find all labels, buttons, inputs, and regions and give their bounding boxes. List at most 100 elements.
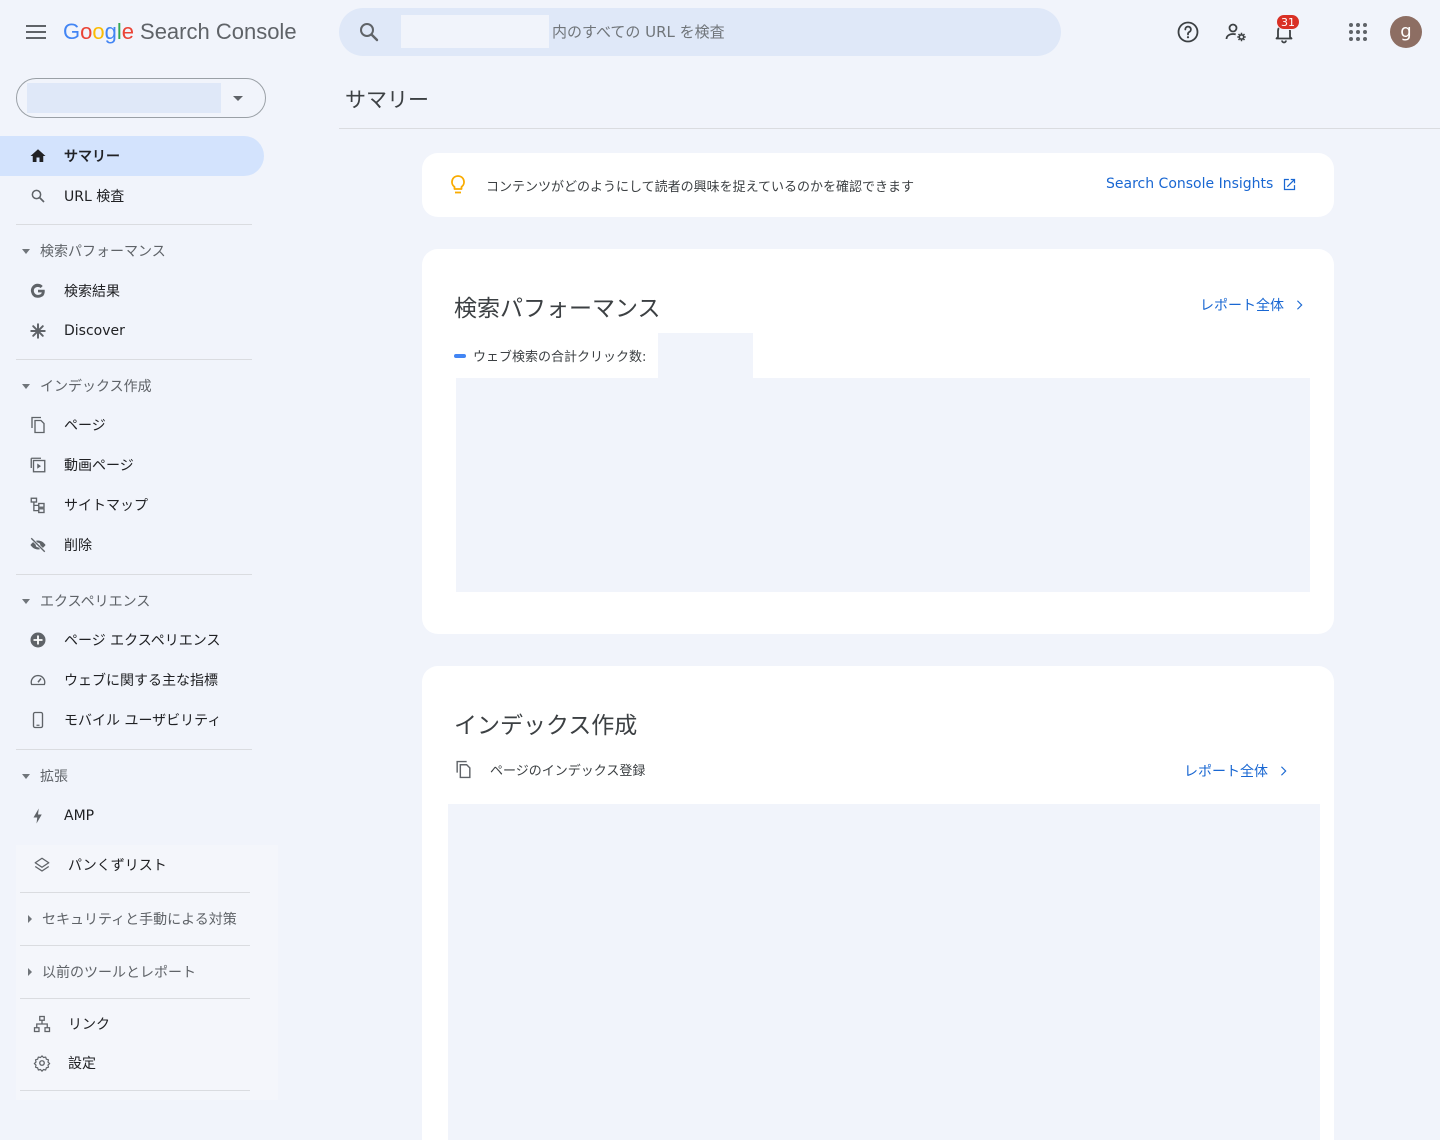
sidebar-divider <box>16 359 252 360</box>
sidebar-item-search-results[interactable]: 検索結果 <box>0 271 264 311</box>
section-title: エクスペリエンス <box>40 594 151 610</box>
sidebar-item-label: AMP <box>64 808 95 824</box>
search-icon <box>28 186 48 206</box>
product-name: Search Console <box>140 19 297 44</box>
sidebar-item-breadcrumbs[interactable]: パンくずリスト <box>0 845 250 885</box>
link-label: Search Console Insights <box>1106 176 1274 192</box>
sidebar-item-label: モバイル ユーザビリティ <box>64 713 222 729</box>
collapse-triangle-icon <box>22 773 30 779</box>
logo-letter: g <box>104 19 117 44</box>
settings-icon <box>32 1053 52 1073</box>
redacted-property-url <box>401 15 549 48</box>
asterisk-icon <box>28 321 48 341</box>
layers-icon <box>32 855 52 875</box>
sidebar-divider <box>16 224 252 225</box>
sidebar-item-label: 検索結果 <box>64 284 120 300</box>
sidebar-item-label: パンくずリスト <box>68 858 167 874</box>
logo-letter: o <box>92 19 105 44</box>
sidebar-item-video-pages[interactable]: 動画ページ <box>0 445 264 485</box>
section-experience[interactable]: エクスペリエンス <box>22 591 150 611</box>
sitemap-icon <box>28 495 48 515</box>
sidebar-item-amp[interactable]: AMP <box>0 796 264 836</box>
link-label: レポート全体 <box>1184 764 1268 780</box>
sidebar-item-mobile-usability[interactable]: モバイル ユーザビリティ <box>0 700 264 740</box>
indexing-chart-placeholder <box>448 804 1320 1140</box>
pages-icon <box>456 760 471 779</box>
property-selector[interactable] <box>16 78 266 118</box>
sidebar-divider <box>16 749 252 750</box>
apps-grid-icon[interactable] <box>1346 20 1370 44</box>
insights-banner: コンテンツがどのようにして読者の興味を捉えているのかを確認できます Search… <box>422 153 1334 217</box>
title-divider <box>339 128 1440 129</box>
section-enhancements[interactable]: 拡張 <box>22 766 68 786</box>
plus-circle-icon <box>28 630 48 650</box>
expand-triangle-icon <box>28 968 32 976</box>
sidebar-item-settings[interactable]: 設定 <box>0 1043 250 1083</box>
legend-label: ウェブ検索の合計クリック数: <box>473 350 647 365</box>
bolt-icon <box>28 806 48 826</box>
search-icon[interactable] <box>357 20 381 44</box>
search-input[interactable] <box>552 16 1032 48</box>
clicks-legend: ウェブ検索の合計クリック数: <box>454 346 646 365</box>
sidebar-item-label: 削除 <box>64 538 92 554</box>
redacted-click-count <box>658 333 753 378</box>
account-avatar[interactable]: g <box>1390 16 1422 48</box>
hamburger-icon <box>26 25 46 39</box>
sidebar-item-label: サマリー <box>64 149 120 165</box>
sidebar-item-pages[interactable]: ページ <box>0 405 264 445</box>
indexing-card: インデックス作成 ページのインデックス登録 レポート全体 <box>422 666 1334 1140</box>
user-settings-icon[interactable] <box>1224 20 1248 44</box>
sidebar-item-label: 動画ページ <box>64 458 134 474</box>
section-search-performance[interactable]: 検索パフォーマンス <box>22 241 166 261</box>
performance-card-title: 検索パフォーマンス <box>454 296 661 322</box>
chevron-right-icon <box>1297 300 1303 310</box>
sidebar-item-page-experience[interactable]: ページ エクスペリエンス <box>0 620 264 660</box>
performance-card: 検索パフォーマンス レポート全体 ウェブ検索の合計クリック数: <box>422 249 1334 634</box>
collapse-triangle-icon <box>22 383 30 389</box>
section-title: 検索パフォーマンス <box>40 244 166 260</box>
logo-letter: e <box>121 19 135 44</box>
page-title: サマリー <box>345 88 429 112</box>
help-icon[interactable] <box>1176 20 1200 44</box>
main-menu-button[interactable] <box>22 20 50 44</box>
sidebar-item-label: ウェブに関する主な指標 <box>64 673 218 689</box>
section-indexing[interactable]: インデックス作成 <box>22 376 152 396</box>
sidebar-item-discover[interactable]: Discover <box>0 311 264 351</box>
page-indexing-row: ページのインデックス登録 <box>454 760 645 779</box>
home-icon <box>28 146 48 166</box>
expand-triangle-icon <box>28 915 32 923</box>
section-legacy-tools[interactable]: 以前のツールとレポート <box>22 962 196 982</box>
section-title: セキュリティと手動による対策 <box>42 912 237 928</box>
product-logo[interactable]: Google Search Console <box>63 19 297 45</box>
sidebar-item-removals[interactable]: 削除 <box>0 525 264 565</box>
sidebar-item-summary[interactable]: サマリー <box>0 136 264 176</box>
notification-badge: 31 <box>1276 14 1300 30</box>
sidebar-item-url-inspection[interactable]: URL 検査 <box>0 176 264 216</box>
performance-full-report-link[interactable]: レポート全体 <box>1200 295 1306 315</box>
logo-letter: G <box>63 19 81 44</box>
section-title: インデックス作成 <box>40 379 152 395</box>
sidebar-item-sitemaps[interactable]: サイトマップ <box>0 485 264 525</box>
sidebar-item-label: URL 検査 <box>64 189 125 205</box>
video-page-icon <box>28 455 48 475</box>
page-indexing-label: ページのインデックス登録 <box>490 764 646 779</box>
logo-letter: o <box>80 19 93 44</box>
link-label: レポート全体 <box>1200 298 1284 314</box>
url-inspection-search <box>339 8 1061 56</box>
links-icon <box>32 1014 52 1034</box>
sidebar-item-label: ページ <box>64 418 106 434</box>
indexing-full-report-link[interactable]: レポート全体 <box>1184 761 1290 781</box>
sidebar-divider <box>20 945 250 946</box>
sidebar-item-label: Discover <box>64 323 125 339</box>
redacted-property-name <box>27 83 221 113</box>
performance-chart-placeholder <box>456 378 1310 592</box>
sidebar-item-core-web-vitals[interactable]: ウェブに関する主な指標 <box>0 660 264 700</box>
insights-text: コンテンツがどのようにして読者の興味を捉えているのかを確認できます <box>486 180 914 195</box>
lightbulb-icon <box>451 175 465 194</box>
sidebar-divider <box>20 892 250 893</box>
pages-icon <box>28 415 48 435</box>
phone-icon <box>28 710 48 730</box>
section-security-manual-actions[interactable]: セキュリティと手動による対策 <box>22 909 237 929</box>
search-console-insights-link[interactable]: Search Console Insights <box>1106 176 1297 192</box>
sidebar-item-links[interactable]: リンク <box>0 1004 250 1044</box>
